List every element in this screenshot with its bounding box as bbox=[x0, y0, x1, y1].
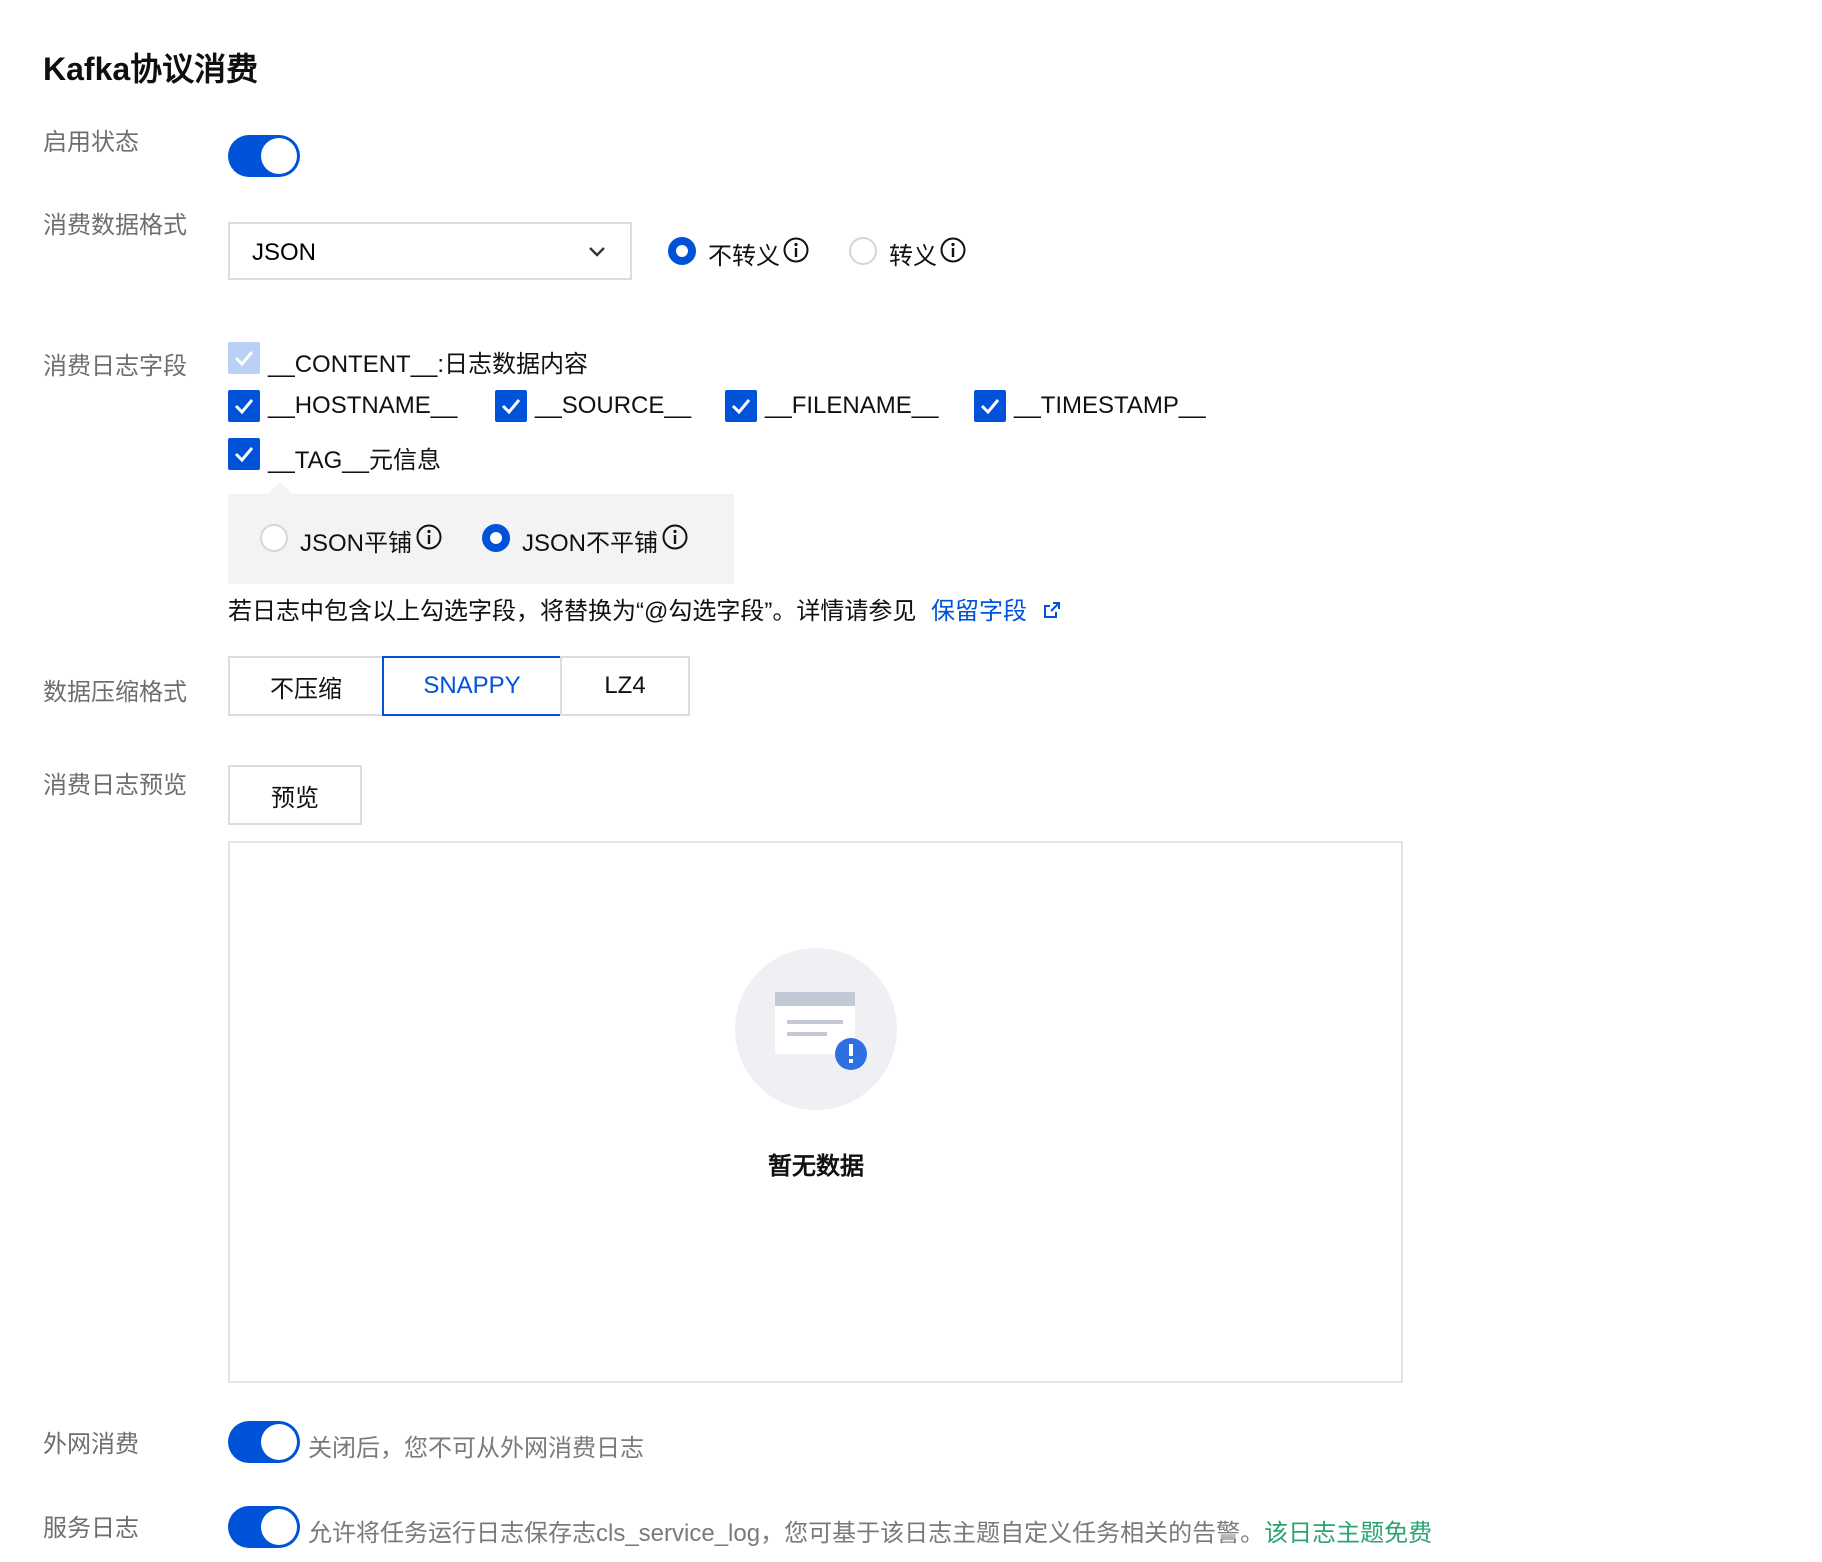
enable-toggle[interactable] bbox=[228, 135, 300, 177]
preview-area bbox=[228, 841, 1403, 1383]
compression-option-none[interactable]: 不压缩 bbox=[228, 656, 384, 716]
compression-option-snappy[interactable]: SNAPPY bbox=[382, 656, 562, 716]
toggle-knob bbox=[261, 1424, 297, 1460]
radio-json-nonflat[interactable] bbox=[482, 524, 510, 552]
external-link-icon[interactable] bbox=[1042, 600, 1062, 620]
radio-json-flat[interactable] bbox=[260, 524, 288, 552]
fields-note: 若日志中包含以上勾选字段，将替换为“@勾选字段”。详情请参见 保留字段 bbox=[228, 591, 1062, 626]
checkbox-tag-label: __TAG__元信息 bbox=[268, 447, 441, 474]
info-icon[interactable] bbox=[940, 237, 966, 263]
checkbox-filename-label: __FILENAME__ bbox=[765, 392, 939, 419]
page-title: Kafka协议消费 bbox=[43, 51, 259, 87]
fields-note-text: 若日志中包含以上勾选字段，将替换为“@勾选字段”。详情请参见 bbox=[228, 598, 917, 625]
check-icon bbox=[234, 447, 254, 463]
empty-data-icon bbox=[735, 948, 897, 1110]
checkbox-timestamp[interactable] bbox=[974, 390, 1006, 422]
checkbox-hostname-label: __HOSTNAME__ bbox=[268, 392, 458, 419]
checkbox-tag[interactable] bbox=[228, 438, 260, 470]
radio-json-flat-label: JSON平铺 bbox=[300, 530, 413, 557]
checkbox-content-label: __CONTENT__:日志数据内容 bbox=[268, 351, 589, 378]
service-log-desc: 允许将任务运行日志保存志cls_service_log，您可基于该日志主题自定义… bbox=[308, 1520, 1265, 1547]
check-icon bbox=[501, 399, 521, 415]
radio-escape-label: 转义 bbox=[889, 243, 937, 270]
service-log-label: 服务日志 bbox=[43, 1515, 139, 1542]
panel-arrow bbox=[268, 482, 292, 494]
chevron-down-icon bbox=[589, 247, 605, 257]
empty-state-text: 暂无数据 bbox=[768, 1153, 864, 1180]
service-log-toggle[interactable] bbox=[228, 1506, 300, 1548]
compression-label: 数据压缩格式 bbox=[43, 679, 187, 706]
info-icon[interactable] bbox=[416, 524, 442, 550]
service-log-free-note: 该日志主题免费 bbox=[1264, 1520, 1433, 1547]
compression-option-lz4[interactable]: LZ4 bbox=[560, 656, 690, 716]
check-icon bbox=[234, 351, 254, 367]
public-network-desc: 关闭后，您不可从外网消费日志 bbox=[308, 1435, 644, 1462]
reserved-fields-link[interactable]: 保留字段 bbox=[931, 598, 1027, 625]
radio-no-escape[interactable] bbox=[668, 237, 696, 265]
toggle-knob bbox=[261, 1509, 297, 1545]
checkbox-source-label: __SOURCE__ bbox=[535, 392, 692, 419]
checkbox-content bbox=[228, 342, 260, 374]
check-icon bbox=[731, 399, 751, 415]
check-icon bbox=[980, 399, 1000, 415]
info-icon[interactable] bbox=[662, 524, 688, 550]
format-select-value: JSON bbox=[252, 239, 317, 266]
format-select[interactable]: JSON bbox=[228, 222, 632, 280]
checkbox-hostname[interactable] bbox=[228, 390, 260, 422]
checkbox-timestamp-label: __TIMESTAMP__ bbox=[1014, 392, 1206, 419]
preview-button[interactable]: 预览 bbox=[228, 765, 362, 825]
format-label: 消费数据格式 bbox=[43, 212, 187, 239]
enable-label: 启用状态 bbox=[43, 129, 139, 156]
radio-no-escape-label: 不转义 bbox=[708, 243, 780, 270]
toggle-knob bbox=[261, 138, 297, 174]
check-icon bbox=[234, 399, 254, 415]
checkbox-filename[interactable] bbox=[725, 390, 757, 422]
radio-escape[interactable] bbox=[849, 237, 877, 265]
preview-label: 消费日志预览 bbox=[43, 772, 187, 799]
radio-json-nonflat-label: JSON不平铺 bbox=[522, 530, 659, 557]
public-network-toggle[interactable] bbox=[228, 1421, 300, 1463]
empty-doc-graphic bbox=[775, 992, 867, 1070]
service-log-desc-row: 允许将任务运行日志保存志cls_service_log，您可基于该日志主题自定义… bbox=[308, 1513, 1432, 1548]
fields-label: 消费日志字段 bbox=[43, 353, 187, 380]
info-icon[interactable] bbox=[783, 237, 809, 263]
checkbox-source[interactable] bbox=[495, 390, 527, 422]
public-network-label: 外网消费 bbox=[43, 1431, 139, 1458]
